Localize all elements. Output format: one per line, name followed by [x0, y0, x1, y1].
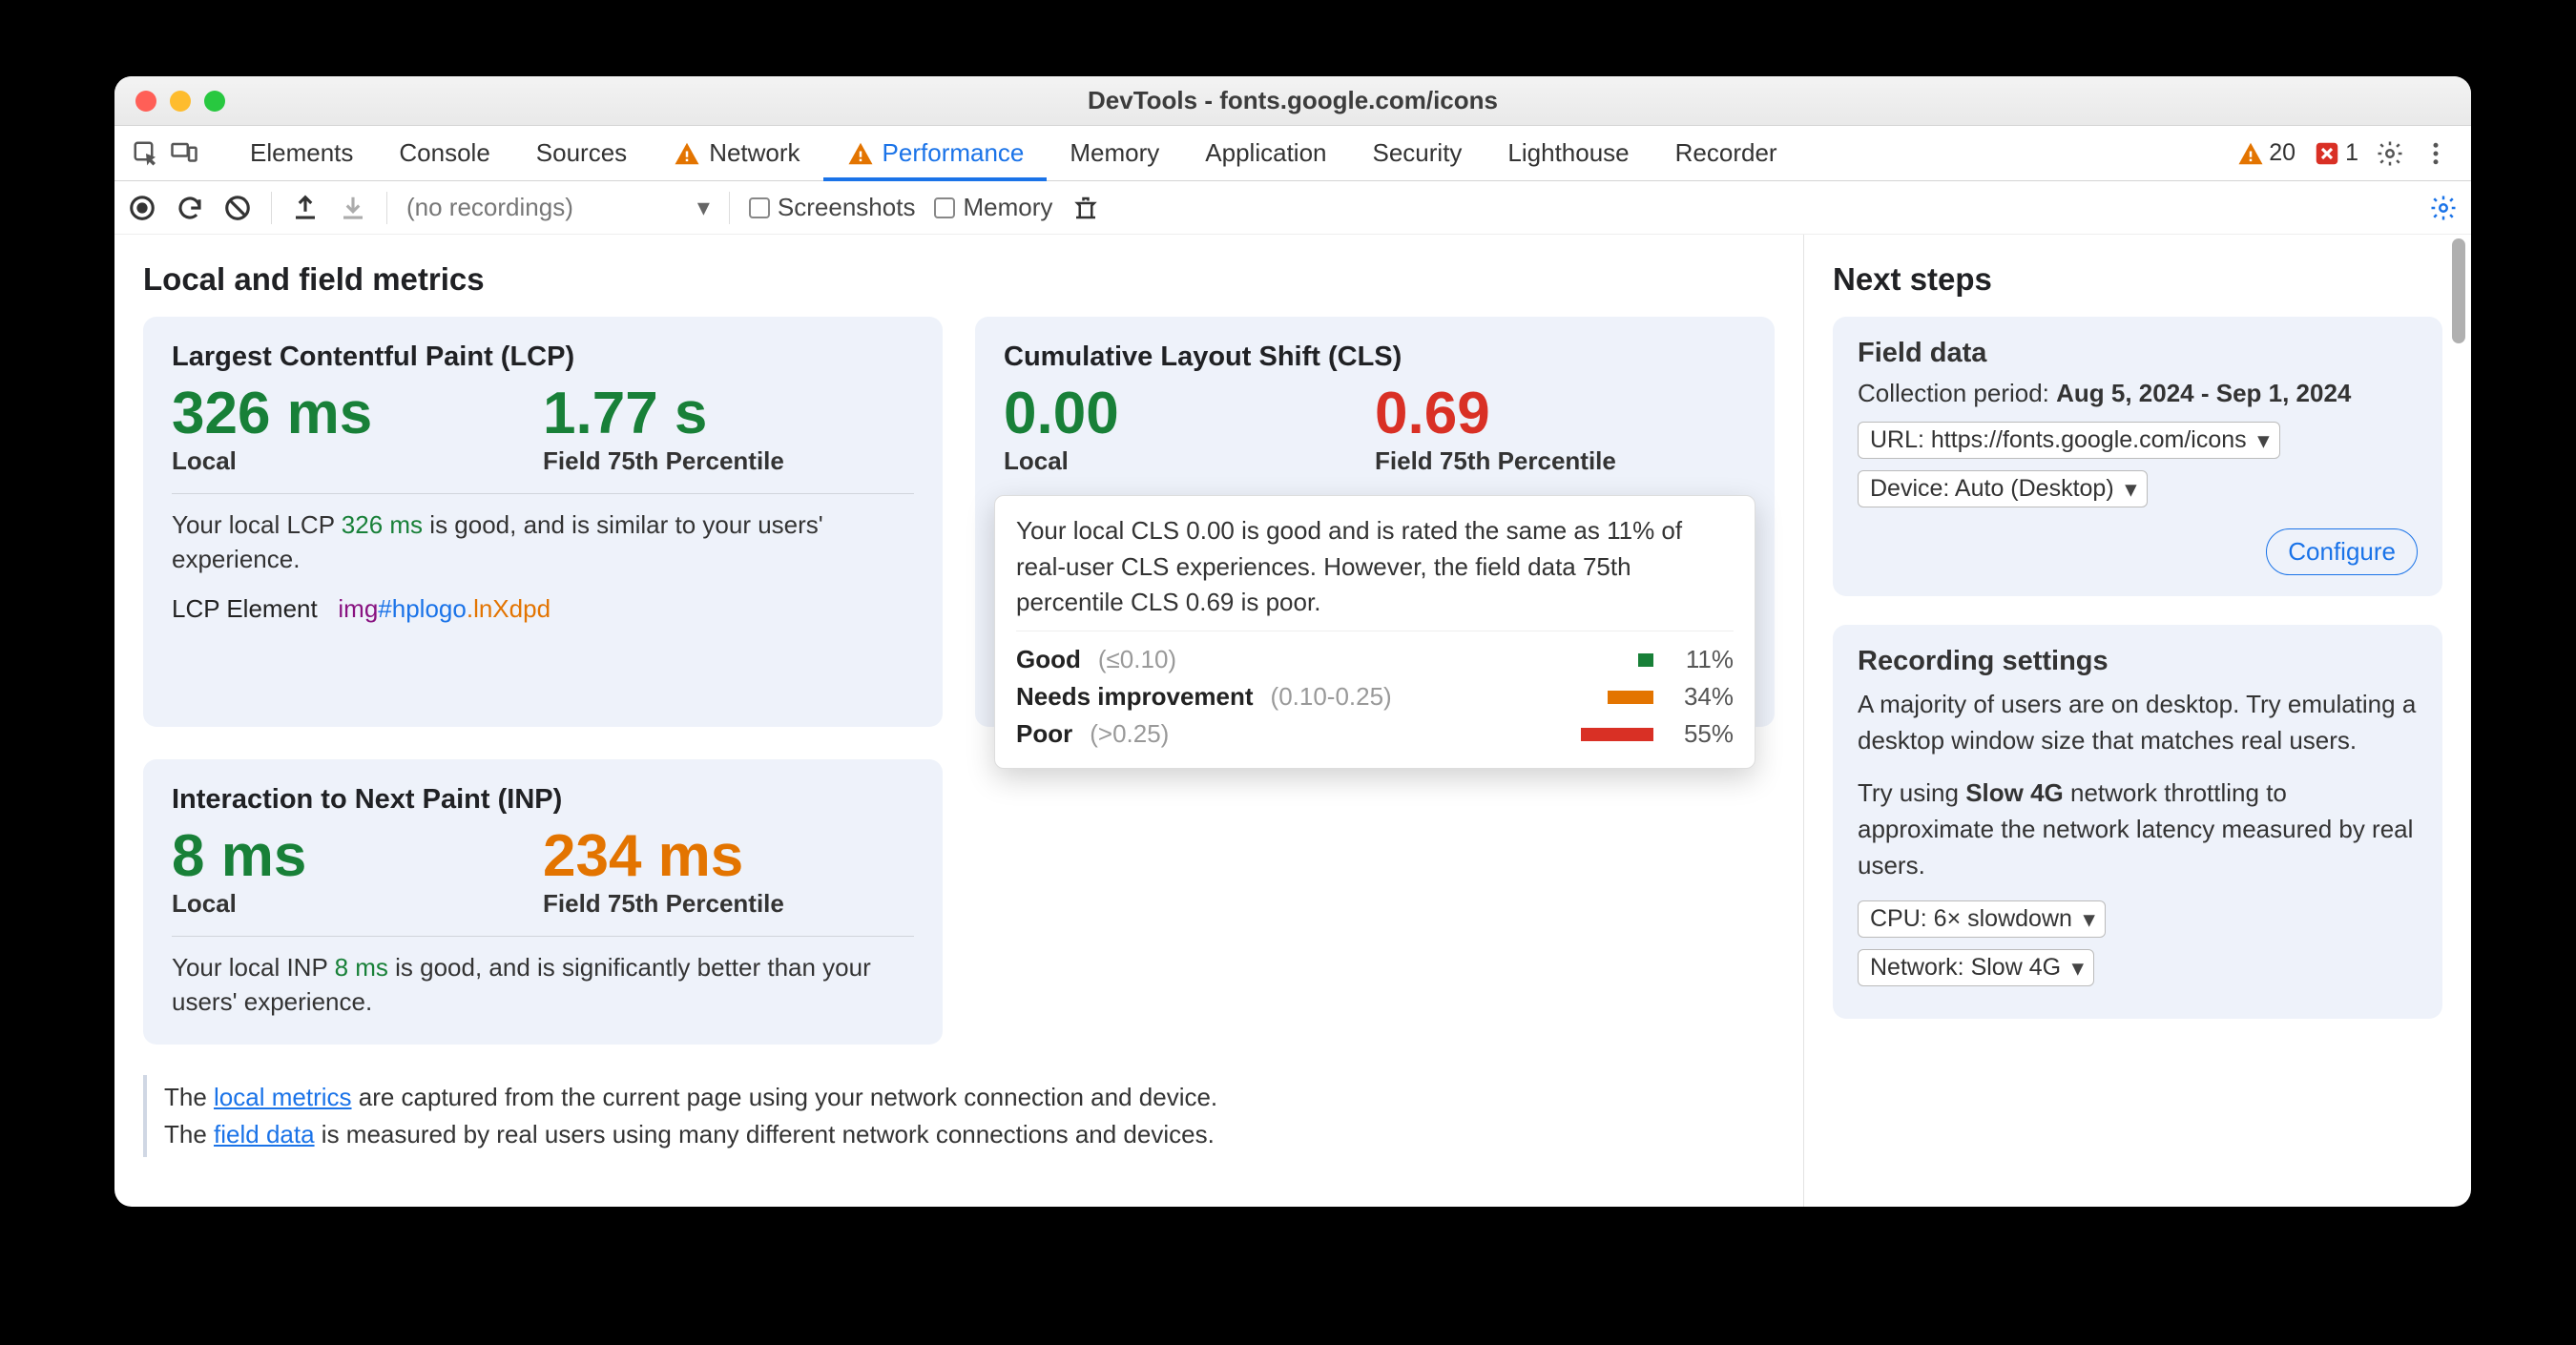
inp-local-value: 8 ms — [172, 825, 543, 887]
cls-local-label: Local — [1004, 446, 1375, 476]
collect-garbage-icon[interactable] — [1071, 194, 1100, 222]
lcp-element[interactable]: LCP Element img#hplogo.lnXdpd — [172, 594, 914, 624]
field-data-card: Field data Collection period: Aug 5, 202… — [1833, 317, 2442, 596]
titlebar: DevTools - fonts.google.com/icons — [114, 76, 2471, 126]
main-heading: Local and field metrics — [143, 261, 1775, 298]
tab-sources[interactable]: Sources — [513, 126, 650, 180]
tab-memory[interactable]: Memory — [1047, 126, 1182, 180]
warning-icon — [673, 139, 701, 168]
lcp-field-value: 1.77 s — [543, 383, 914, 445]
scrollbar[interactable] — [2452, 238, 2465, 343]
error-icon — [2313, 139, 2341, 168]
upload-icon[interactable] — [291, 194, 320, 222]
configure-button[interactable]: Configure — [2266, 528, 2418, 575]
tab-performance[interactable]: Performance — [823, 126, 1048, 180]
inp-field-label: Field 75th Percentile — [543, 889, 914, 919]
inp-local-label: Local — [172, 889, 543, 919]
lcp-title: Largest Contentful Paint (LCP) — [172, 341, 914, 373]
devtools-window: DevTools - fonts.google.com/icons Elemen… — [114, 76, 2471, 1207]
metrics-footnote: The local metrics are captured from the … — [143, 1075, 1775, 1157]
lcp-local-value: 326 ms — [172, 383, 543, 445]
stop-icon[interactable] — [223, 194, 252, 222]
recording-settings-card: Recording settings A majority of users a… — [1833, 625, 2442, 1019]
performance-toolbar: (no recordings) ▾ Screenshots Memory — [114, 181, 2471, 235]
field-data-link[interactable]: field data — [214, 1120, 315, 1148]
memory-checkbox[interactable]: Memory — [934, 193, 1052, 222]
devtools-tabs: Elements Console Sources Network Perform… — [114, 126, 2471, 181]
url-select[interactable]: URL: https://fonts.google.com/icons — [1858, 422, 2280, 459]
issues-warnings[interactable]: 20 — [2236, 139, 2296, 168]
issues-errors[interactable]: 1 — [2313, 139, 2358, 168]
reload-record-icon[interactable] — [176, 194, 204, 222]
cls-field-label: Field 75th Percentile — [1375, 446, 1746, 476]
inp-field-value: 234 ms — [543, 825, 914, 887]
lcp-card: Largest Contentful Paint (LCP) 326 ms Lo… — [143, 317, 943, 727]
device-toolbar-icon[interactable] — [170, 139, 198, 168]
cls-bucket-poor: Poor (>0.25) 55% — [1016, 715, 1734, 753]
collection-period: Collection period: Aug 5, 2024 - Sep 1, … — [1858, 379, 2418, 408]
close-window-button[interactable] — [135, 91, 156, 112]
cls-field-value: 0.69 — [1375, 383, 1746, 445]
tab-recorder[interactable]: Recorder — [1652, 126, 1800, 180]
lcp-local-label: Local — [172, 446, 543, 476]
panel-settings-icon[interactable] — [2429, 194, 2458, 222]
window-controls — [135, 91, 225, 112]
checkbox-icon — [749, 197, 770, 218]
cpu-throttle-select[interactable]: CPU: 6× slowdown — [1858, 900, 2106, 938]
cls-local-value: 0.00 — [1004, 383, 1375, 445]
lcp-field-label: Field 75th Percentile — [543, 446, 914, 476]
warning-icon — [846, 139, 875, 168]
tab-network[interactable]: Network — [650, 126, 822, 180]
sidebar-heading: Next steps — [1833, 261, 2442, 298]
inp-description: Your local INP 8 ms is good, and is sign… — [172, 950, 914, 1020]
recording-settings-title: Recording settings — [1858, 646, 2418, 677]
cls-title: Cumulative Layout Shift (CLS) — [1004, 341, 1746, 373]
settings-icon[interactable] — [2376, 139, 2404, 168]
inspect-element-icon[interactable] — [132, 139, 160, 168]
tab-lighthouse[interactable]: Lighthouse — [1485, 126, 1652, 180]
cls-card: Cumulative Layout Shift (CLS) 0.00 Local… — [975, 317, 1775, 727]
recordings-select[interactable]: (no recordings) ▾ — [406, 193, 710, 222]
recording-tip-1: A majority of users are on desktop. Try … — [1858, 687, 2418, 758]
local-metrics-link[interactable]: local metrics — [214, 1083, 351, 1111]
warning-icon — [2236, 139, 2265, 168]
device-select[interactable]: Device: Auto (Desktop) — [1858, 470, 2148, 507]
cls-bucket-ni: Needs improvement (0.10-0.25) 34% — [1016, 678, 1734, 715]
inp-card: Interaction to Next Paint (INP) 8 ms Loc… — [143, 759, 943, 1045]
field-data-title: Field data — [1858, 338, 2418, 369]
sidebar: Next steps Field data Collection period:… — [1803, 235, 2471, 1207]
minimize-window-button[interactable] — [170, 91, 191, 112]
download-icon[interactable] — [339, 194, 367, 222]
main-panel: Local and field metrics Largest Contentf… — [114, 235, 1803, 1207]
lcp-description: Your local LCP 326 ms is good, and is si… — [172, 507, 914, 577]
cls-tooltip: Your local CLS 0.00 is good and is rated… — [994, 495, 1755, 769]
window-title: DevTools - fonts.google.com/icons — [114, 86, 2471, 115]
inp-title: Interaction to Next Paint (INP) — [172, 784, 914, 816]
tab-security[interactable]: Security — [1350, 126, 1485, 180]
tab-elements[interactable]: Elements — [227, 126, 376, 180]
tab-console[interactable]: Console — [376, 126, 512, 180]
more-icon[interactable] — [2421, 139, 2450, 168]
network-throttle-select[interactable]: Network: Slow 4G — [1858, 949, 2094, 986]
recording-tip-2: Try using Slow 4G network throttling to … — [1858, 776, 2418, 883]
checkbox-icon — [934, 197, 955, 218]
zoom-window-button[interactable] — [204, 91, 225, 112]
cls-bucket-good: Good (≤0.10) 11% — [1016, 641, 1734, 678]
cls-tooltip-body: Your local CLS 0.00 is good and is rated… — [1016, 513, 1734, 631]
tab-application[interactable]: Application — [1182, 126, 1349, 180]
screenshots-checkbox[interactable]: Screenshots — [749, 193, 916, 222]
record-icon[interactable] — [128, 194, 156, 222]
